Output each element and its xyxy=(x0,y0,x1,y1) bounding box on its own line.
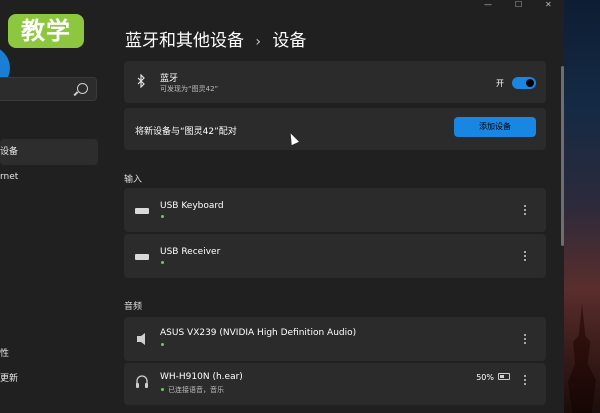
section-audio-title: 音频 xyxy=(124,302,143,312)
close-button[interactable]: ✕ xyxy=(545,0,552,9)
sidebar-item-devices[interactable]: 设备 xyxy=(0,139,98,165)
sidebar-item-network[interactable]: rnet xyxy=(0,164,98,190)
more-options-icon[interactable] xyxy=(524,334,526,344)
battery-level: 50% xyxy=(476,373,494,382)
device-name: WH-H910N (h.ear) xyxy=(160,372,243,382)
section-input-title: 输入 xyxy=(124,175,143,185)
device-name: USB Receiver xyxy=(160,247,221,257)
device-row[interactable]: USB Keyboard xyxy=(124,188,546,232)
overlay-badge: 教学 xyxy=(8,14,84,48)
tree-image xyxy=(568,303,596,413)
sidebar-item-label: rnet xyxy=(0,172,19,182)
search-input[interactable] xyxy=(0,77,97,101)
connected-dot xyxy=(161,261,164,264)
sidebar: 教学 设备 rnet 性 更新 xyxy=(0,0,110,413)
add-device-button[interactable]: 添加设备 xyxy=(454,117,536,137)
pair-device-card: 将新设备与“图灵42”配对 添加设备 xyxy=(124,108,546,150)
chevron-right-icon: › xyxy=(255,34,262,50)
device-name: USB Keyboard xyxy=(160,201,224,211)
device-name: ASUS VX239 (NVIDIA High Definition Audio… xyxy=(160,328,357,338)
sidebar-item-update[interactable]: 更新 xyxy=(0,366,98,392)
receiver-icon xyxy=(135,254,149,260)
bluetooth-title: 蓝牙 xyxy=(160,74,179,84)
toggle-state-label: 开 xyxy=(496,79,504,88)
device-row[interactable]: USB Receiver xyxy=(124,234,546,278)
keyboard-icon xyxy=(135,208,149,214)
sidebar-item-label: 性 xyxy=(0,349,10,359)
connected-dot xyxy=(161,388,164,391)
more-options-icon[interactable] xyxy=(524,251,526,261)
pair-text: 将新设备与“图灵42”配对 xyxy=(135,127,237,137)
search-icon xyxy=(77,83,88,94)
device-row[interactable]: ASUS VX239 (NVIDIA High Definition Audio… xyxy=(124,317,546,361)
maximize-button[interactable]: ☐ xyxy=(515,0,522,9)
minimize-button[interactable]: — xyxy=(484,0,492,9)
device-status: 已连接语音，音乐 xyxy=(168,386,224,394)
breadcrumb-parent[interactable]: 蓝牙和其他设备 xyxy=(125,31,244,51)
more-options-icon[interactable] xyxy=(524,375,526,385)
page-title: 设备 xyxy=(272,31,307,51)
sidebar-item-label: 更新 xyxy=(0,374,19,384)
connected-dot xyxy=(161,215,164,218)
desktop-wallpaper xyxy=(564,0,600,413)
connected-dot xyxy=(161,343,164,346)
bluetooth-subtitle: 可发现为“图灵42” xyxy=(160,85,219,93)
sidebar-item-accessibility[interactable]: 性 xyxy=(0,341,98,367)
battery-icon xyxy=(498,373,510,380)
more-options-icon[interactable] xyxy=(524,205,526,215)
device-row[interactable]: WH-H910N (h.ear) 已连接语音，音乐 50% xyxy=(124,363,546,405)
sidebar-item-label: 设备 xyxy=(0,147,19,157)
speaker-icon xyxy=(137,333,145,345)
bluetooth-toggle[interactable] xyxy=(512,77,536,89)
bluetooth-icon xyxy=(137,74,145,88)
headphones-icon xyxy=(136,375,148,388)
bluetooth-card: 蓝牙 可发现为“图灵42” 开 xyxy=(124,61,546,103)
breadcrumb: 蓝牙和其他设备 › 设备 xyxy=(125,26,306,51)
